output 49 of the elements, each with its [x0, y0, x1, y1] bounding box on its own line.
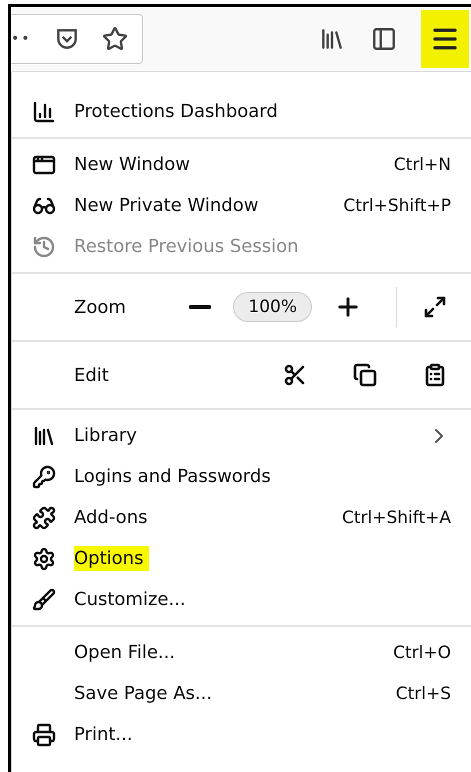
menu-item[interactable]: New Private Window Ctrl+Shift+P: [12, 185, 471, 226]
settings-icon: [32, 546, 56, 570]
chart-icon: [32, 100, 56, 124]
menu-item[interactable]: Open File... Ctrl+O: [12, 632, 471, 673]
printer-icon: [32, 722, 56, 746]
menu-item-label: Restore Previous Session: [74, 235, 300, 259]
menu-item-label: Protections Dashboard: [74, 100, 279, 124]
menu-item[interactable]: Save Page As... Ctrl+S: [12, 673, 471, 714]
menu-item-label: Options: [74, 546, 150, 571]
zoom-label: Zoom: [74, 296, 127, 320]
shortcut-text: Ctrl+Shift+A: [342, 508, 451, 528]
sidebar-icon: [371, 26, 397, 52]
clipboard-icon: [423, 363, 447, 387]
star-icon[interactable]: [102, 26, 128, 52]
menu-item[interactable]: Library: [12, 415, 471, 456]
menu-item-label: New Window: [74, 153, 191, 177]
library-icon: [319, 26, 345, 52]
menu-item[interactable]: Customize...: [12, 579, 471, 620]
menu-item-label: Customize...: [74, 588, 187, 612]
menu-button[interactable]: [421, 10, 469, 68]
puzzle-icon: [32, 506, 56, 530]
copy-icon: [353, 363, 377, 387]
shortcut-text: Ctrl+S: [396, 684, 451, 704]
menu-item[interactable]: Print...: [12, 714, 471, 755]
menu-item[interactable]: Options: [12, 538, 471, 579]
menu-item[interactable]: Logins and Passwords: [12, 456, 471, 497]
menu-item-label: New Private Window: [74, 194, 260, 218]
shortcut-text: Ctrl+Shift+P: [343, 196, 451, 216]
minus-icon: [189, 305, 212, 309]
menu-item-label: Logins and Passwords: [74, 465, 272, 489]
menu-item[interactable]: New Window Ctrl+N: [12, 144, 471, 185]
zoom-level-button[interactable]: 100%: [233, 292, 312, 322]
menu-item-label: Save Page As...: [74, 682, 214, 706]
menu-item-label: Print...: [74, 723, 134, 747]
menu-item[interactable]: Protections Dashboard: [12, 91, 471, 132]
menu-item[interactable]: Add-ons Ctrl+Shift+A: [12, 497, 471, 538]
key-icon: [32, 464, 56, 488]
menu-item-label: Library: [74, 424, 138, 448]
expand-icon: [423, 295, 447, 319]
scissors-icon: [283, 363, 307, 387]
overflow-dots[interactable]: ••: [11, 31, 32, 47]
shortcut-text: Ctrl+N: [394, 154, 451, 174]
edit-label: Edit: [74, 364, 110, 388]
brush-icon: [32, 588, 56, 612]
shortcut-text: Ctrl+O: [393, 642, 451, 662]
url-bar[interactable]: ••: [11, 14, 143, 64]
menu-item-label: Add-ons: [74, 506, 148, 530]
menu-item-label: Open File...: [74, 641, 176, 665]
restore-icon: [32, 234, 56, 258]
